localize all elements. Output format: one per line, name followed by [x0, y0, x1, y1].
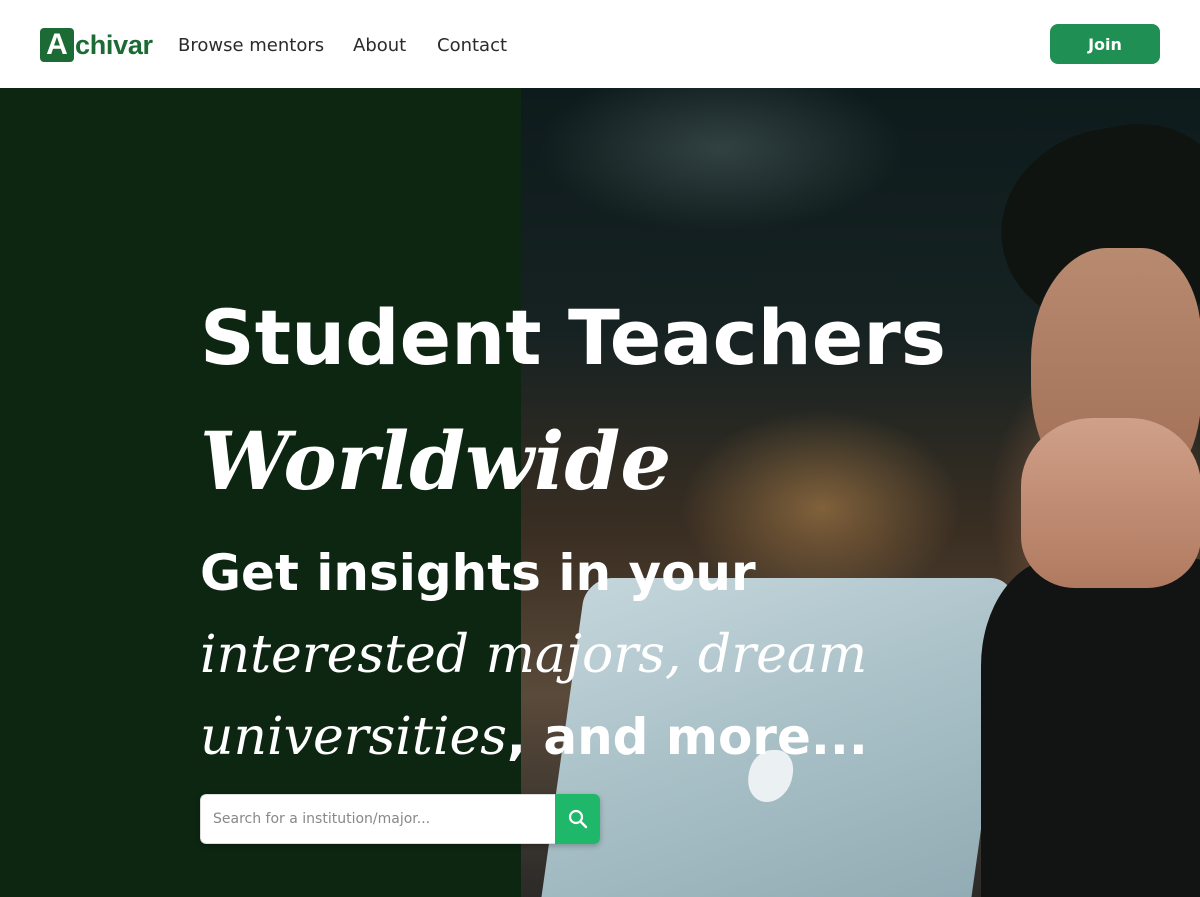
join-button[interactable]: Join — [1050, 24, 1160, 64]
hero-section: Student Teachers Worldwide Get insights … — [0, 88, 1200, 897]
hero-title: Student Teachers — [200, 293, 947, 382]
search-input[interactable] — [200, 794, 555, 844]
nav-link-browse-mentors[interactable]: Browse mentors — [178, 35, 324, 56]
person-hands — [1021, 418, 1200, 588]
search-bar — [200, 794, 600, 844]
hero-title-italic: Worldwide — [200, 414, 672, 508]
person-shirt — [981, 558, 1200, 897]
nav-link-contact[interactable]: Contact — [437, 35, 507, 56]
top-navbar: A chivar Browse mentors About Contact Jo… — [0, 0, 1200, 88]
nav-link-about[interactable]: About — [353, 35, 406, 56]
hero-subtitle-lead: Get insights in your — [200, 544, 756, 602]
logo-mark: A — [40, 28, 74, 62]
search-button[interactable] — [555, 794, 600, 844]
hero-subtitle: Get insights in your interested majors, … — [200, 532, 960, 778]
search-icon — [568, 809, 587, 829]
brand-logo[interactable]: A chivar — [40, 27, 153, 63]
logo-wordmark: chivar — [75, 29, 153, 60]
hero-subtitle-tail: , and more... — [506, 708, 868, 766]
